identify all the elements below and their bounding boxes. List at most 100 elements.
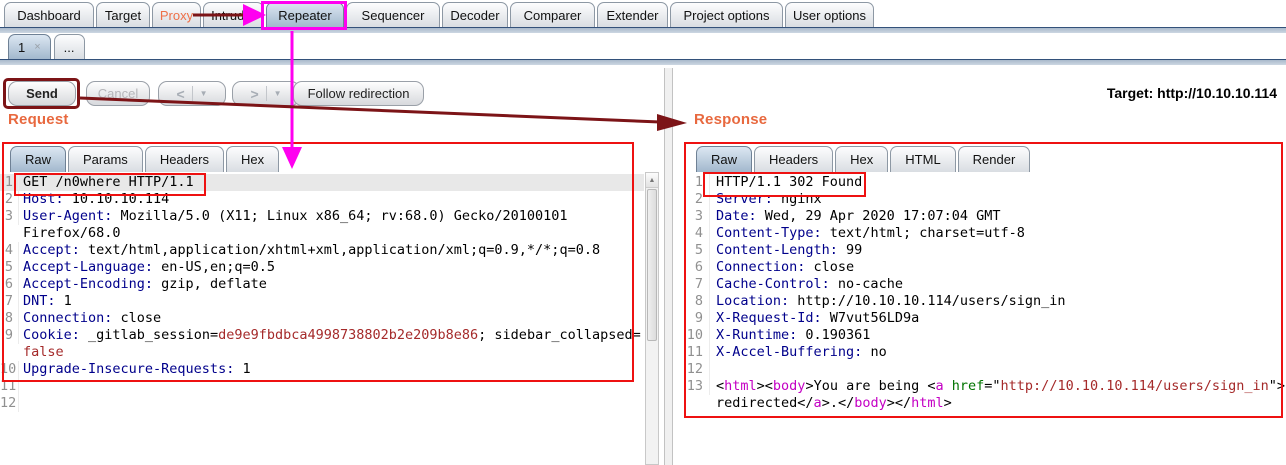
resp-tab-render[interactable]: Render bbox=[958, 146, 1031, 172]
panel-divider[interactable] bbox=[664, 68, 673, 465]
editor-line: 2Server: nginx bbox=[680, 191, 1286, 208]
line-content: X-Runtime: 0.190361 bbox=[716, 327, 870, 344]
line-content: HTTP/1.1 302 Found bbox=[716, 174, 862, 191]
tab-intruder[interactable]: Intruder bbox=[203, 2, 264, 27]
editor-line: 3User-Agent: Mozilla/5.0 (X11; Linux x86… bbox=[0, 208, 644, 225]
session-tab-1[interactable]: 1 × bbox=[8, 34, 51, 59]
line-content: Cookie: _gitlab_session=de9e9fbdbca49987… bbox=[23, 327, 641, 344]
send-button-label: Send bbox=[26, 86, 58, 101]
editor-line: 1 HTTP/1.1 302 Found bbox=[680, 174, 1286, 191]
line-number: 1 bbox=[680, 174, 710, 191]
code-segment: ></ bbox=[887, 395, 911, 411]
editor-line: false bbox=[0, 344, 644, 361]
chevron-down-icon[interactable]: ▼ bbox=[200, 89, 208, 98]
line-number: 12 bbox=[0, 395, 19, 412]
editor-line: 10Upgrade-Insecure-Requests: 1 bbox=[0, 361, 644, 378]
cancel-button-label: Cancel bbox=[98, 86, 138, 101]
editor-line: 6Connection: close bbox=[680, 259, 1286, 276]
tab-dashboard[interactable]: Dashboard bbox=[4, 2, 94, 27]
line-content: Content-Length: 99 bbox=[716, 242, 862, 259]
send-button[interactable]: Send bbox=[8, 81, 76, 106]
scroll-up-icon[interactable]: ▲ bbox=[646, 173, 658, 188]
req-tab-hex[interactable]: Hex bbox=[226, 146, 279, 172]
tab-sequencer[interactable]: Sequencer bbox=[346, 2, 440, 27]
request-view-tabs: RawParamsHeadersHex bbox=[10, 146, 279, 172]
next-arrow-icon: > bbox=[250, 86, 258, 102]
code-segment: >< bbox=[757, 378, 773, 394]
code-segment: http://10.10.10.114/users/sign_in bbox=[789, 293, 1065, 309]
resp-tab-hex[interactable]: Hex bbox=[835, 146, 888, 172]
line-content: X-Request-Id: W7vut56LD9a bbox=[716, 310, 919, 327]
session-tab-more[interactable]: ... bbox=[54, 34, 85, 59]
editor-line: 3Date: Wed, 29 Apr 2020 17:07:04 GMT bbox=[680, 208, 1286, 225]
code-segment: html bbox=[911, 395, 944, 411]
line-content: Date: Wed, 29 Apr 2020 17:07:04 GMT bbox=[716, 208, 1000, 225]
code-segment: a bbox=[814, 395, 822, 411]
tab-project-options[interactable]: Project options bbox=[670, 2, 783, 27]
line-content: User-Agent: Mozilla/5.0 (X11; Linux x86_… bbox=[23, 208, 568, 225]
tab-user-options[interactable]: User options bbox=[785, 2, 874, 27]
editor-line: 2Host: 10.10.10.114 bbox=[0, 191, 644, 208]
line-content: Firefox/68.0 bbox=[23, 225, 121, 242]
code-segment: body bbox=[773, 378, 806, 394]
line-number: 8 bbox=[680, 293, 710, 310]
tab-target[interactable]: Target bbox=[96, 2, 150, 27]
tab-comparer[interactable]: Comparer bbox=[510, 2, 595, 27]
code-segment: http://10.10.10.114/users/sign_in bbox=[1001, 378, 1269, 394]
editor-line: Firefox/68.0 bbox=[0, 225, 644, 242]
chevron-down-icon[interactable]: ▼ bbox=[274, 89, 282, 98]
repeater-session-tab-bar: 1 × ... bbox=[8, 34, 85, 59]
response-editor[interactable]: 1 HTTP/1.1 302 Found2Server: nginx3Date: … bbox=[680, 174, 1286, 412]
editor-line: 13<html><body>You are being <a href="htt… bbox=[680, 378, 1286, 395]
line-number: 10 bbox=[0, 361, 19, 378]
line-content: GET /n0where HTTP/1.1 bbox=[23, 174, 194, 191]
annotation-arrowhead-down-icon bbox=[282, 147, 302, 169]
code-segment: X-Request-Id: bbox=[716, 310, 822, 326]
editor-line: 4Content-Type: text/html; charset=utf-8 bbox=[680, 225, 1286, 242]
line-content: Upgrade-Insecure-Requests: 1 bbox=[23, 361, 251, 378]
code-segment: text/html; charset=utf-8 bbox=[822, 225, 1025, 241]
req-tab-headers[interactable]: Headers bbox=[145, 146, 224, 172]
request-scrollbar[interactable]: ▲ bbox=[645, 172, 659, 465]
code-segment: < bbox=[716, 378, 724, 394]
tab-extender[interactable]: Extender bbox=[597, 2, 668, 27]
code-segment: Accept: bbox=[23, 242, 80, 258]
code-segment: Server: bbox=[716, 191, 773, 207]
code-segment: > bbox=[944, 395, 952, 411]
response-panel-title: Response bbox=[694, 111, 767, 128]
line-number: 8 bbox=[0, 310, 19, 327]
editor-line: 7Cache-Control: no-cache bbox=[680, 276, 1286, 293]
line-content: Connection: close bbox=[23, 310, 161, 327]
top-tab-bar: DashboardTargetProxyIntruderRepeaterSequ… bbox=[4, 2, 874, 27]
follow-redirection-button[interactable]: Follow redirection bbox=[293, 81, 424, 106]
code-segment: "> bbox=[1269, 378, 1285, 394]
next-request-button[interactable]: > ▼ bbox=[232, 81, 300, 106]
tab-repeater[interactable]: Repeater bbox=[266, 2, 344, 27]
editor-line: 7DNT: 1 bbox=[0, 293, 644, 310]
code-segment: close bbox=[112, 310, 161, 326]
code-segment: Mozilla/5.0 (X11; Linux x86_64; rv:68.0)… bbox=[112, 208, 567, 224]
resp-tab-html[interactable]: HTML bbox=[890, 146, 955, 172]
line-content: Location: http://10.10.10.114/users/sign… bbox=[716, 293, 1066, 310]
prev-arrow-icon: < bbox=[176, 86, 184, 102]
code-segment: GET /n0where HTTP/1.1 bbox=[23, 174, 194, 190]
scrollbar-thumb[interactable] bbox=[647, 189, 657, 341]
code-segment: Connection: bbox=[716, 259, 805, 275]
resp-tab-headers[interactable]: Headers bbox=[754, 146, 833, 172]
code-segment: 99 bbox=[838, 242, 862, 258]
line-number: 9 bbox=[0, 327, 19, 344]
resp-tab-raw[interactable]: Raw bbox=[696, 146, 752, 172]
close-icon[interactable]: × bbox=[34, 41, 40, 53]
tab-decoder[interactable]: Decoder bbox=[442, 2, 508, 27]
editor-line: 12 bbox=[0, 395, 644, 412]
request-editor[interactable]: 1GET /n0where HTTP/1.12Host: 10.10.10.11… bbox=[0, 174, 644, 412]
line-content: Cache-Control: no-cache bbox=[716, 276, 903, 293]
req-tab-params[interactable]: Params bbox=[68, 146, 143, 172]
line-content: Accept-Language: en-US,en;q=0.5 bbox=[23, 259, 275, 276]
cancel-button[interactable]: Cancel bbox=[86, 81, 150, 106]
req-tab-raw[interactable]: Raw bbox=[10, 146, 66, 172]
tab-proxy[interactable]: Proxy bbox=[152, 2, 201, 27]
session-tab-more-label: ... bbox=[64, 40, 75, 55]
prev-request-button[interactable]: < ▼ bbox=[158, 81, 226, 106]
code-segment: Accept-Encoding: bbox=[23, 276, 153, 292]
